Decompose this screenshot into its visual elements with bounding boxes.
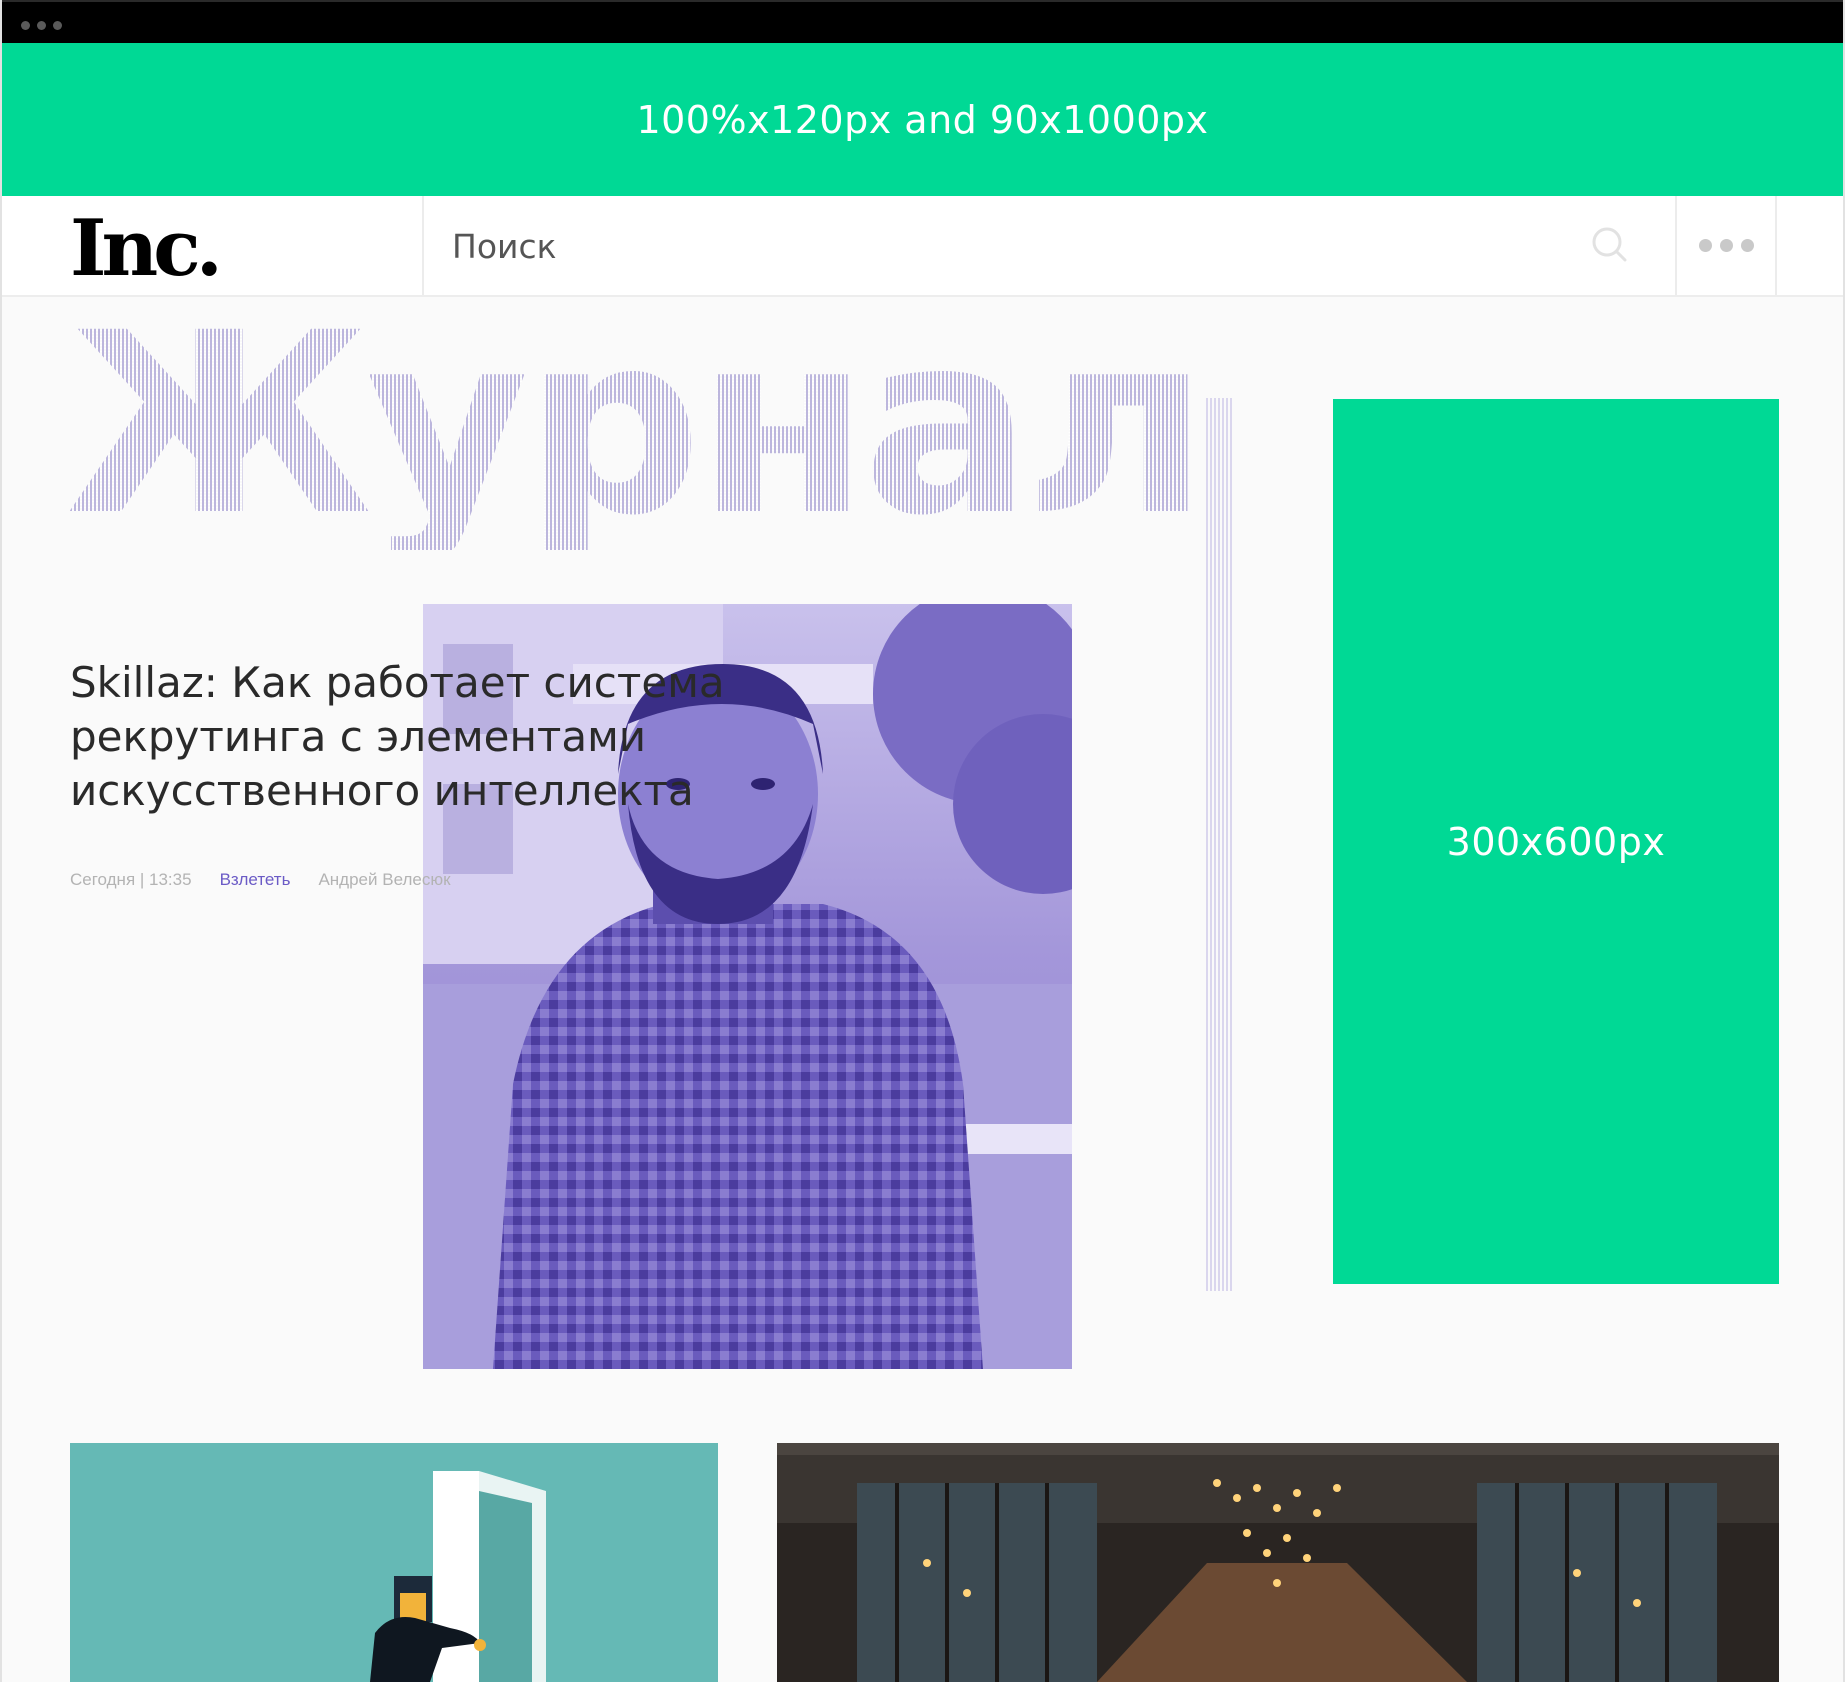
search-input[interactable] xyxy=(450,220,1454,272)
door-illustration xyxy=(70,1443,718,1682)
top-ad-banner[interactable]: 100%x120px and 90x1000px xyxy=(2,43,1843,196)
top-ad-banner-label: 100%x120px and 90x1000px xyxy=(636,97,1209,142)
browser-chrome xyxy=(2,0,1843,43)
site-logo[interactable]: Inc. xyxy=(70,210,223,288)
browser-window: 100%x120px and 90x1000px Inc. Журнал xyxy=(0,0,1845,1682)
article-date: Сегодня | 13:35 xyxy=(70,870,192,889)
article-card[interactable] xyxy=(777,1443,1779,1682)
article-card[interactable] xyxy=(70,1443,718,1682)
window-dot-icon[interactable] xyxy=(37,21,46,30)
article-meta: Сегодня | 13:35 Взлететь Андрей Велесюк xyxy=(70,870,451,890)
dotted-divider xyxy=(1206,398,1234,1291)
side-ad-banner[interactable]: 300x600px xyxy=(1333,399,1779,1284)
window-dot-icon[interactable] xyxy=(53,21,62,30)
article-author[interactable]: Андрей Велесюк xyxy=(318,870,450,890)
article-headline[interactable]: Skillaz: Как работает система рекрутинга… xyxy=(70,656,790,818)
window-dot-icon[interactable] xyxy=(21,21,30,30)
section-title: Журнал xyxy=(66,279,1203,570)
article-tag[interactable]: Взлететь xyxy=(220,870,291,890)
more-icon[interactable] xyxy=(1677,196,1777,295)
interior-photo xyxy=(777,1443,1779,1682)
search-icon[interactable] xyxy=(1591,226,1627,262)
side-ad-banner-label: 300x600px xyxy=(1446,819,1666,864)
